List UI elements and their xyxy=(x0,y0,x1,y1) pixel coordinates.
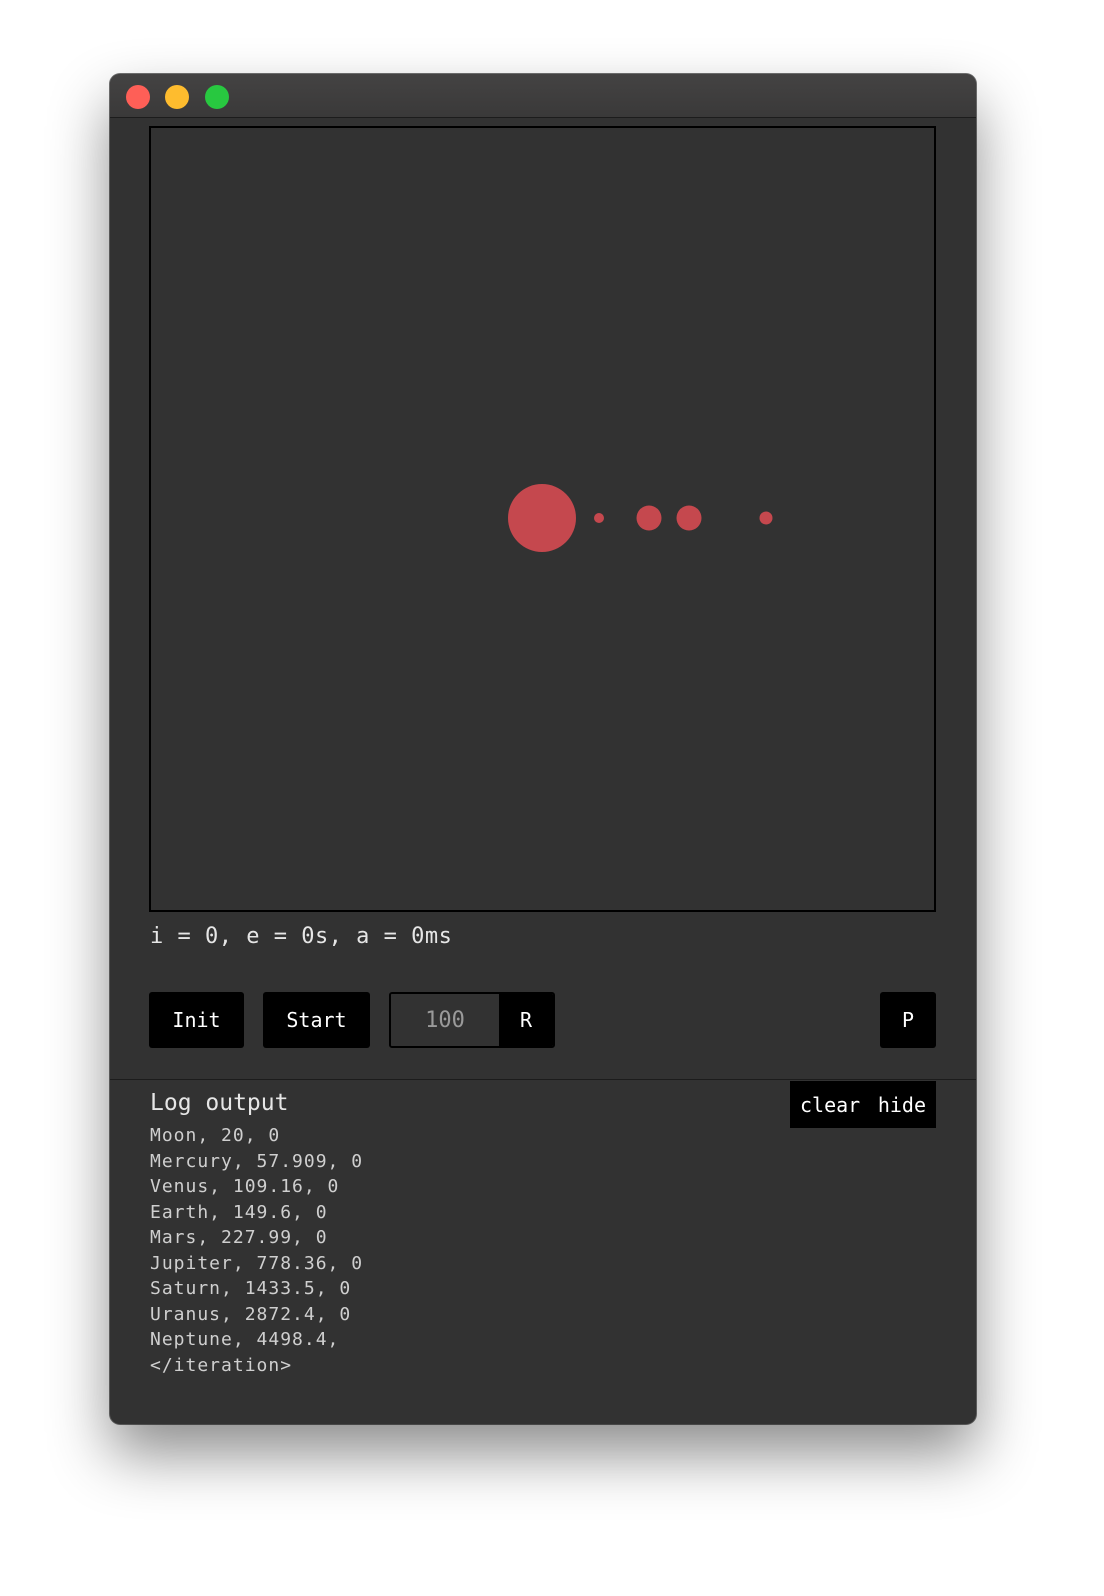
log-output: Moon, 20, 0 Mercury, 57.909, 0 Venus, 10… xyxy=(150,1123,363,1378)
simulation-svg xyxy=(508,484,773,552)
log-line: Moon, 20, 0 xyxy=(150,1125,281,1146)
rate-apply-button[interactable]: R xyxy=(499,994,553,1046)
log-line: Earth, 149.6, 0 xyxy=(150,1201,328,1223)
earth-body xyxy=(676,505,702,531)
mars-body xyxy=(759,511,773,525)
close-window-button[interactable] xyxy=(126,85,150,109)
log-clear-button[interactable]: clear xyxy=(800,1093,860,1117)
log-line: Venus, 109.16, 0 xyxy=(150,1176,340,1197)
sun-body xyxy=(508,484,576,552)
simulation-canvas[interactable] xyxy=(149,126,936,912)
p-button[interactable]: P xyxy=(880,992,936,1048)
init-button[interactable]: Init xyxy=(149,992,244,1048)
log-line: Jupiter, 778.36, 0 xyxy=(150,1252,364,1274)
log-line: Saturn, 1433.5, 0 xyxy=(150,1278,352,1299)
log-actions: clear hide xyxy=(790,1081,936,1128)
start-button[interactable]: Start xyxy=(263,992,370,1048)
rate-control: R xyxy=(389,992,555,1048)
venus-body xyxy=(636,505,662,531)
moon-body xyxy=(594,513,604,523)
log-line: Uranus, 2872.4, 0 xyxy=(150,1303,352,1325)
log-title: Log output xyxy=(150,1090,289,1116)
log-line: </iteration> xyxy=(150,1354,293,1376)
stats-readout: i = 0, e = 0s, a = 0ms xyxy=(150,924,453,949)
app-window: i = 0, e = 0s, a = 0ms Init Start R P Lo… xyxy=(110,74,976,1424)
log-divider xyxy=(110,1079,976,1080)
rate-input[interactable] xyxy=(391,994,499,1046)
log-line: Mercury, 57.909, 0 xyxy=(150,1150,364,1172)
minimize-window-button[interactable] xyxy=(165,85,189,109)
zoom-window-button[interactable] xyxy=(205,85,229,109)
log-line: Neptune, 4498.4, xyxy=(150,1329,340,1350)
title-bar[interactable] xyxy=(110,74,976,118)
log-line: Mars, 227.99, 0 xyxy=(150,1227,328,1248)
log-hide-button[interactable]: hide xyxy=(878,1093,926,1117)
